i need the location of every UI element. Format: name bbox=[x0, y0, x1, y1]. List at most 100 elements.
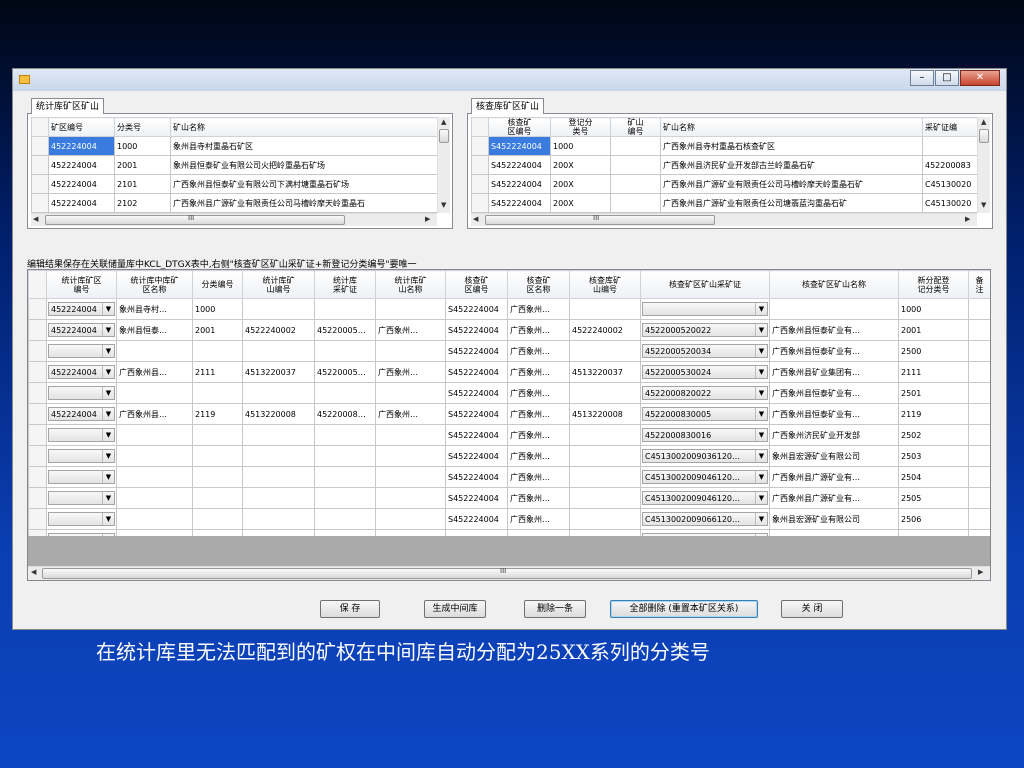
scroll-thumb[interactable] bbox=[439, 129, 449, 143]
col-header[interactable]: 矿区编号 bbox=[48, 117, 115, 137]
chevron-down-icon[interactable]: ▼ bbox=[102, 345, 114, 357]
table-cell[interactable] bbox=[769, 298, 899, 320]
chevron-down-icon[interactable]: ▼ bbox=[102, 450, 114, 462]
table-cell[interactable] bbox=[569, 340, 641, 362]
table-cell[interactable]: 广西象州… bbox=[507, 403, 570, 425]
row-header[interactable] bbox=[31, 136, 49, 156]
license-combo[interactable]: C4513002009046120… ▼ bbox=[642, 470, 768, 484]
scroll-up-arrow[interactable]: ▲ bbox=[441, 118, 446, 126]
table-cell[interactable]: 广西象州县广源矿业有… bbox=[769, 466, 899, 488]
scroll-right-arrow[interactable]: ▶ bbox=[425, 215, 430, 223]
scroll-right-arrow[interactable]: ▶ bbox=[978, 568, 983, 576]
right-hscrollbar[interactable]: ◀ III ▶ bbox=[471, 213, 977, 226]
table-cell[interactable] bbox=[769, 529, 899, 536]
table-cell[interactable]: 广西象州… bbox=[375, 361, 446, 383]
col-header[interactable]: 登记分 类号 bbox=[550, 117, 611, 137]
row-header[interactable] bbox=[28, 424, 47, 446]
table-cell[interactable] bbox=[569, 466, 641, 488]
table-cell[interactable]: ▼ bbox=[46, 487, 117, 509]
table-cell[interactable] bbox=[610, 136, 661, 156]
chevron-down-icon[interactable]: ▼ bbox=[755, 345, 767, 357]
col-header[interactable]: 统计库中库矿 区名称 bbox=[116, 270, 193, 299]
table-cell[interactable]: 452224004 bbox=[48, 155, 115, 175]
list-item[interactable]: 452224004 2001 象州县恒泰矿业有限公司火把岭重晶石矿场 bbox=[31, 155, 437, 175]
table-cell[interactable]: S452224004 bbox=[445, 319, 508, 341]
row-header[interactable] bbox=[28, 298, 47, 320]
table-cell[interactable]: 4522000830016 ▼ bbox=[640, 424, 770, 446]
row-header[interactable] bbox=[31, 155, 49, 175]
table-cell[interactable]: 广西象州… bbox=[507, 487, 570, 509]
table-cell[interactable] bbox=[610, 174, 661, 194]
table-cell[interactable]: 2102 bbox=[114, 193, 171, 213]
table-row[interactable]: ▼ S452224004 广西象州… C4513002009046120… ▼ 广西象州县… bbox=[28, 466, 990, 488]
chevron-down-icon[interactable]: ▼ bbox=[102, 534, 114, 536]
table-cell[interactable]: 452224004 bbox=[48, 174, 115, 194]
table-cell[interactable] bbox=[116, 466, 193, 488]
close-button[interactable]: 关 闭 bbox=[781, 600, 843, 618]
list-item[interactable]: S452224004 200X 广西象州县广源矿业有限责任公司马槽岭摩天岭重晶石矿 C… bbox=[471, 174, 977, 194]
table-cell[interactable]: S452224004 bbox=[445, 361, 508, 383]
col-header[interactable]: 分类号 bbox=[114, 117, 171, 137]
table-cell[interactable] bbox=[314, 340, 376, 362]
table-cell[interactable] bbox=[242, 382, 315, 404]
scroll-left-arrow[interactable]: ◀ bbox=[473, 215, 478, 223]
row-header[interactable] bbox=[31, 193, 49, 213]
table-cell[interactable]: 广西象州县恒泰矿业有… bbox=[769, 319, 899, 341]
table-cell[interactable]: S452224004 bbox=[445, 466, 508, 488]
table-cell[interactable] bbox=[375, 508, 446, 530]
table-cell[interactable]: 广西象州县… bbox=[116, 361, 193, 383]
chevron-down-icon[interactable]: ▼ bbox=[755, 492, 767, 504]
table-cell[interactable] bbox=[116, 508, 193, 530]
table-cell[interactable]: 广西象州县广源矿业有限责任公司马槽岭摩天岭重晶石 bbox=[170, 193, 437, 213]
chevron-down-icon[interactable]: ▼ bbox=[755, 513, 767, 525]
table-cell[interactable]: 4522240002 bbox=[569, 319, 641, 341]
table-cell[interactable]: 4513220008 bbox=[242, 403, 315, 425]
table-cell[interactable]: 452224004 ▼ bbox=[46, 298, 117, 320]
mining-area-combo[interactable]: 452224004 ▼ bbox=[48, 302, 115, 316]
table-cell[interactable]: 广西象州县恒泰矿业有… bbox=[769, 382, 899, 404]
table-cell[interactable]: 45220008… bbox=[314, 403, 376, 425]
chevron-down-icon[interactable]: ▼ bbox=[102, 492, 114, 504]
list-item[interactable]: S452224004 200X 广西象州县济民矿业开发部古兰岭重晶石矿 4522000… bbox=[471, 155, 977, 175]
table-cell[interactable]: 2504 bbox=[898, 466, 969, 488]
license-combo[interactable]: 4522000820022 ▼ bbox=[642, 386, 768, 400]
table-cell[interactable] bbox=[968, 424, 990, 446]
table-cell[interactable] bbox=[569, 445, 641, 467]
chevron-down-icon[interactable]: ▼ bbox=[755, 429, 767, 441]
table-cell[interactable] bbox=[242, 298, 315, 320]
table-cell[interactable] bbox=[569, 529, 641, 536]
chevron-down-icon[interactable]: ▼ bbox=[102, 429, 114, 441]
table-cell[interactable] bbox=[314, 487, 376, 509]
table-cell[interactable]: ▼ bbox=[46, 382, 117, 404]
table-cell[interactable]: 4522000830005 ▼ bbox=[640, 403, 770, 425]
mining-area-combo[interactable]: ▼ bbox=[48, 470, 115, 484]
table-cell[interactable]: 452224004 bbox=[48, 136, 115, 156]
scroll-right-arrow[interactable]: ▶ bbox=[965, 215, 970, 223]
mining-area-combo[interactable]: ▼ bbox=[48, 533, 115, 536]
table-cell[interactable] bbox=[375, 382, 446, 404]
table-cell[interactable] bbox=[569, 487, 641, 509]
table-cell[interactable] bbox=[314, 466, 376, 488]
table-cell[interactable] bbox=[242, 529, 315, 536]
chevron-down-icon[interactable]: ▼ bbox=[755, 324, 767, 336]
table-cell[interactable]: 1000 bbox=[192, 298, 243, 320]
left-vscrollbar[interactable]: ▲ ▼ bbox=[437, 117, 450, 213]
table-cell[interactable]: 2001 bbox=[114, 155, 171, 175]
table-cell[interactable]: ▼ bbox=[46, 340, 117, 362]
table-row[interactable]: ▼ S452224004 广西象州… 4522000830016 ▼ 广西象州济民矿业开发… bbox=[28, 424, 990, 446]
row-header[interactable] bbox=[471, 193, 489, 213]
table-row[interactable]: 452224004 ▼ 广西象州县… 2111 4513220037 45220005… 广… bbox=[28, 361, 990, 383]
table-cell[interactable]: 广西象州… bbox=[507, 508, 570, 530]
table-cell[interactable]: 2505 bbox=[898, 487, 969, 509]
col-header[interactable]: 统计库矿 山名称 bbox=[375, 270, 446, 299]
table-row[interactable]: ▼ S452224004 广西象州… 4522000520034 ▼ 广西象州县恒泰矿业有… bbox=[28, 340, 990, 362]
table-cell[interactable] bbox=[192, 487, 243, 509]
maximize-button[interactable]: □ bbox=[935, 70, 959, 86]
license-combo[interactable]: C4513002009066120… ▼ bbox=[642, 512, 768, 526]
col-header[interactable]: 核查矿区矿山名称 bbox=[769, 270, 899, 299]
table-cell[interactable]: S452224004 bbox=[488, 136, 551, 156]
table-cell[interactable]: 200X bbox=[550, 155, 611, 175]
row-header[interactable] bbox=[28, 487, 47, 509]
mining-area-combo[interactable]: ▼ bbox=[48, 449, 115, 463]
table-cell[interactable]: 4522000520034 ▼ bbox=[640, 340, 770, 362]
